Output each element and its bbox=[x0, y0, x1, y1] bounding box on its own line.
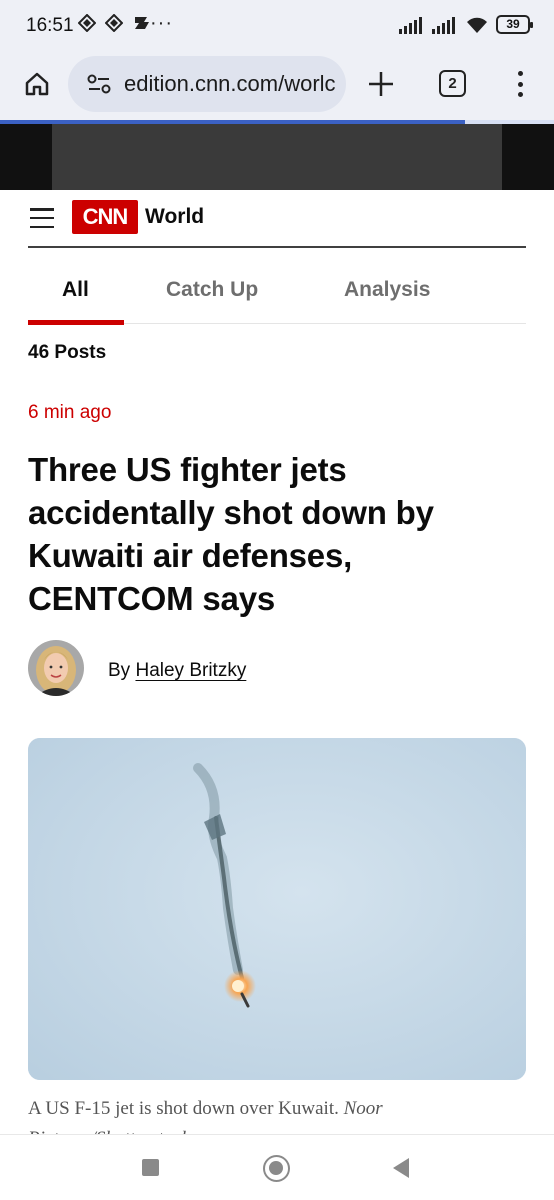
status-notification-icons bbox=[78, 14, 152, 32]
key-icon bbox=[135, 17, 149, 29]
post-timestamp: 6 min ago bbox=[28, 402, 112, 423]
cnn-logo-text: CNN bbox=[82, 204, 129, 229]
status-more: ··· bbox=[150, 12, 173, 34]
status-system-icons: 39 bbox=[399, 15, 533, 34]
ad-banner[interactable] bbox=[0, 124, 554, 190]
caption-text: A US F-15 jet is shot down over Kuwait. bbox=[28, 1098, 339, 1119]
url-text: edition.cnn.com/worlc bbox=[124, 71, 336, 96]
photo-caption: A US F-15 jet is shot down over Kuwait. … bbox=[28, 1094, 526, 1134]
article-photo[interactable] bbox=[28, 738, 526, 1080]
browser-toolbar: edition.cnn.com/worlc 2 bbox=[0, 50, 554, 120]
live-tabs: All Catch Up Analysis bbox=[28, 258, 526, 325]
ad-content[interactable] bbox=[52, 124, 502, 190]
battery-icon: 39 bbox=[496, 15, 533, 34]
posts-count: 46 Posts bbox=[28, 342, 107, 363]
signal-icon bbox=[399, 16, 422, 34]
browser-menu-button[interactable] bbox=[510, 68, 530, 100]
byline-text: By Haley Britzky bbox=[108, 660, 246, 682]
active-tab-indicator bbox=[28, 320, 124, 325]
post-headline: Three US fighter jets accidentally shot … bbox=[28, 451, 434, 617]
home-icon bbox=[25, 72, 49, 96]
cnn-logo[interactable]: CNN bbox=[72, 200, 138, 234]
tab-catch-up[interactable]: Catch Up bbox=[166, 278, 258, 302]
home-circle-icon[interactable] bbox=[263, 1155, 290, 1182]
address-bar[interactable]: edition.cnn.com/worlc bbox=[68, 56, 346, 112]
status-time: 16:51 bbox=[26, 15, 74, 36]
plus-icon bbox=[369, 72, 393, 96]
data-saver-icon bbox=[105, 14, 123, 32]
system-navigation-bar bbox=[0, 1134, 554, 1200]
wifi-icon bbox=[467, 17, 487, 33]
site-settings-icon[interactable] bbox=[86, 71, 112, 97]
tab-all[interactable]: All bbox=[62, 278, 89, 302]
byline-prefix: By bbox=[108, 660, 131, 681]
author-link[interactable]: Haley Britzky bbox=[135, 660, 246, 681]
site-header: CNN World bbox=[28, 190, 526, 248]
byline: By Haley Britzky bbox=[28, 640, 526, 698]
menu-dot bbox=[517, 92, 523, 97]
home-button[interactable] bbox=[20, 67, 54, 101]
menu-dot bbox=[517, 81, 523, 87]
section-title[interactable]: World bbox=[145, 205, 204, 229]
hamburger-menu-icon[interactable] bbox=[30, 208, 54, 228]
menu-dot bbox=[517, 71, 523, 76]
signal-icon bbox=[432, 16, 455, 34]
new-tab-button[interactable] bbox=[366, 66, 396, 102]
back-icon[interactable] bbox=[393, 1158, 409, 1178]
tab-analysis[interactable]: Analysis bbox=[344, 278, 430, 302]
author-avatar[interactable] bbox=[28, 640, 84, 696]
recent-apps-icon[interactable] bbox=[142, 1159, 159, 1176]
data-saver-icon bbox=[78, 14, 96, 32]
tab-switcher-button[interactable]: 2 bbox=[439, 70, 466, 97]
status-bar: 16:51 ··· 39 bbox=[0, 0, 554, 50]
